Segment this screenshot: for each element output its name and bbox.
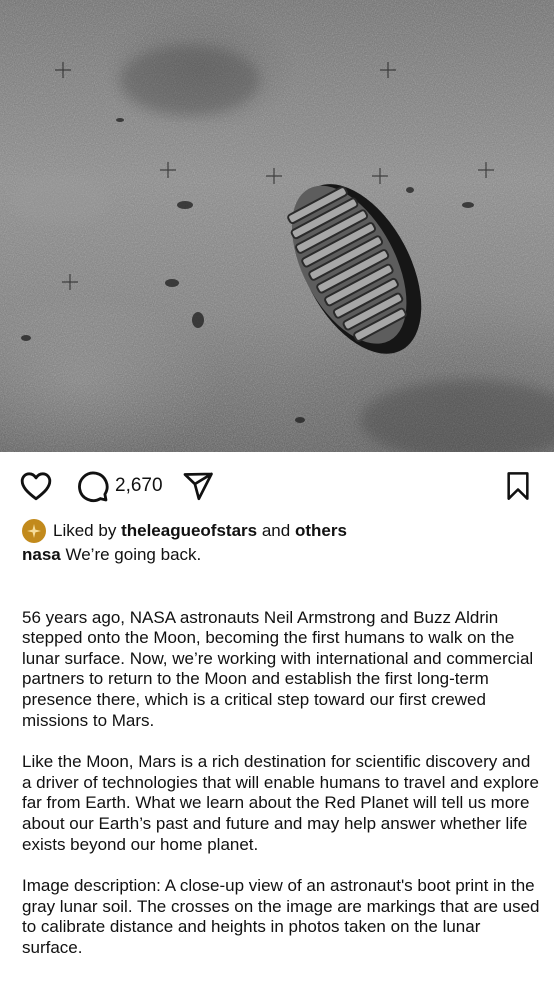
bookmark-icon — [507, 472, 529, 500]
heart-icon — [20, 472, 52, 501]
post-photo[interactable] — [0, 0, 554, 452]
liked-by-line[interactable]: Liked by theleagueofstars and others — [22, 519, 347, 543]
caption-username[interactable]: nasa — [22, 545, 61, 564]
boot-print-image — [0, 0, 554, 452]
comment-button[interactable] — [74, 468, 110, 504]
caption-paragraph: Like the Moon, Mars is a rich destinatio… — [22, 752, 539, 854]
post-caption: nasa We’re going back. 56 years ago, NAS… — [22, 545, 542, 959]
liked-by-and: and — [261, 521, 291, 540]
comment-bubble-icon — [78, 471, 109, 502]
avatar[interactable] — [22, 519, 46, 543]
paper-plane-icon — [183, 472, 213, 501]
caption-paragraph: 56 years ago, NASA astronauts Neil Armst… — [22, 607, 534, 730]
caption-headline: We’re going back. — [65, 545, 202, 564]
liked-by-username[interactable]: theleagueofstars — [121, 521, 257, 541]
star-badge-icon — [27, 524, 41, 538]
liked-by-prefix: Liked by — [53, 521, 117, 540]
caption-first-line: nasa We’re going back. — [22, 545, 542, 566]
share-button[interactable] — [181, 468, 215, 504]
caption-paragraph: Image description: A close-up view of an… — [22, 876, 540, 957]
liked-by-others[interactable]: others — [295, 521, 347, 541]
post-action-bar: 2,670 — [0, 452, 554, 520]
save-button[interactable] — [502, 468, 534, 504]
comment-count: 2,670 — [115, 475, 163, 496]
like-button[interactable] — [18, 468, 54, 504]
